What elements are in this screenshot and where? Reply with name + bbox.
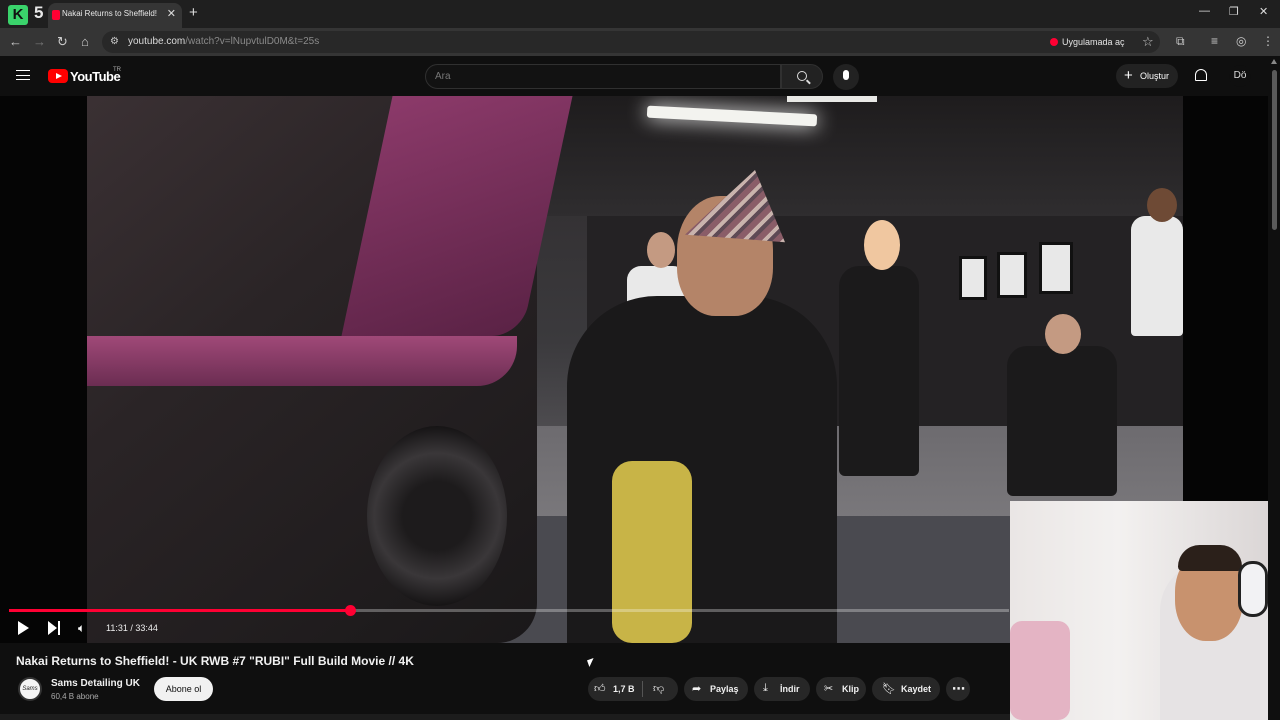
site-info-icon[interactable]: ⚙ xyxy=(110,36,119,47)
subscriber-count: 60,4 B abone xyxy=(51,692,99,701)
like-count: 1,7 B xyxy=(613,684,635,694)
media-control-icon[interactable]: ≡ xyxy=(1211,34,1218,48)
save-button[interactable]: 🔖︎ Kaydet xyxy=(872,677,940,701)
microphone-icon xyxy=(843,70,849,80)
video-title: Nakai Returns to Sheffield! - UK RWB #7 … xyxy=(16,654,414,668)
page-scrollbar[interactable] xyxy=(1268,56,1280,720)
voice-search-button[interactable] xyxy=(833,64,859,90)
bookmark-icon: 🔖︎ xyxy=(882,683,896,695)
search-placeholder: Ara xyxy=(435,71,451,82)
time-display: 11:31 / 33:44 xyxy=(106,623,158,633)
address-bar[interactable]: ⚙ youtube.com/watch?v=lNupvtulD0M&t=25s … xyxy=(102,31,1160,53)
dislike-button[interactable]: 👎︎ xyxy=(653,682,664,695)
channel-name[interactable]: Sams Detailing UK xyxy=(51,678,140,689)
search-icon xyxy=(797,71,807,81)
tab-title: Nakai Returns to Sheffield! - UK xyxy=(62,9,158,18)
scroll-up-icon[interactable] xyxy=(1271,59,1277,64)
download-button[interactable]: ⤓ İndir xyxy=(754,677,810,701)
like-dislike-group: 👍︎ 1,7 B 👎︎ xyxy=(588,677,678,701)
share-icon: ➦ xyxy=(692,683,702,695)
volume-icon[interactable]: 🔈︎ xyxy=(78,621,85,636)
progress-bar[interactable] xyxy=(9,605,1009,616)
share-button[interactable]: ➦ Paylaş xyxy=(684,677,748,701)
scroll-thumb[interactable] xyxy=(1272,70,1277,230)
browser-menu-icon[interactable]: ⋮ xyxy=(1262,34,1274,48)
play-icon[interactable] xyxy=(18,621,29,635)
channel-avatar[interactable]: Sams xyxy=(18,677,42,701)
notifications-bell-icon[interactable] xyxy=(1195,69,1207,81)
avatar[interactable]: Dö xyxy=(1229,65,1251,87)
browser-tab-bar: K 5 Nakai Returns to Sheffield! - UK ✕ +… xyxy=(0,0,1280,28)
thumbs-up-icon: 👍︎ xyxy=(594,683,606,695)
browser-toolbar: ← → ↻ ⌂ ⚙ youtube.com/watch?v=lNupvtulD0… xyxy=(0,28,1280,56)
open-in-app-button[interactable]: Uygulamada aç xyxy=(1048,34,1129,50)
new-tab-icon[interactable]: + xyxy=(189,4,198,21)
bookmark-star-icon[interactable]: ☆ xyxy=(1142,34,1154,50)
search-button[interactable] xyxy=(781,64,823,89)
create-button[interactable]: + Oluştur xyxy=(1116,64,1178,88)
region-code: TR xyxy=(113,67,121,73)
reload-icon[interactable]: ↻ xyxy=(57,34,68,50)
microphone-arm xyxy=(1010,621,1070,720)
webcam-overlay xyxy=(1010,501,1280,720)
url-text[interactable]: youtube.com/watch?v=lNupvtulD0M&t=25s xyxy=(128,36,319,47)
close-window-icon[interactable]: ✕ xyxy=(1259,5,1268,18)
mouse-cursor-icon xyxy=(587,658,596,667)
youtube-favicon-icon xyxy=(52,10,60,20)
home-icon[interactable]: ⌂ xyxy=(81,34,89,49)
more-icon: ⋯ xyxy=(952,681,965,696)
extensions-icon[interactable]: ⧉ xyxy=(1176,34,1185,49)
subscribe-button[interactable]: Abone ol xyxy=(154,677,213,701)
more-actions-button[interactable]: ⋯ xyxy=(946,677,970,701)
like-button[interactable]: 👍︎ xyxy=(594,682,606,695)
plus-icon: + xyxy=(1124,67,1133,84)
tab-close-icon[interactable]: ✕ xyxy=(167,7,176,20)
forward-icon[interactable]: → xyxy=(33,34,46,49)
next-video-icon[interactable] xyxy=(48,621,62,635)
youtube-header: YouTube TR Ara + Oluştur Dö xyxy=(0,56,1280,96)
profile-icon[interactable]: ◎ xyxy=(1236,34,1246,48)
maximize-icon[interactable]: ❐ xyxy=(1229,5,1239,18)
youtube-logo-icon[interactable] xyxy=(48,69,68,83)
youtube-app-icon xyxy=(1050,38,1058,46)
app-logo-icon[interactable]: K xyxy=(8,5,28,25)
thumbs-down-icon: 👎︎ xyxy=(653,683,665,695)
download-icon: ⤓ xyxy=(763,682,768,694)
clip-button[interactable]: ✂ Klip xyxy=(816,677,866,701)
scissors-icon: ✂ xyxy=(824,683,834,695)
back-icon[interactable]: ← xyxy=(9,34,22,49)
search-input[interactable]: Ara xyxy=(425,64,781,89)
minimize-icon[interactable]: — xyxy=(1199,5,1210,17)
progress-fill xyxy=(9,609,351,612)
headphones xyxy=(1238,561,1268,617)
menu-icon[interactable] xyxy=(16,70,30,80)
browser-tab[interactable]: Nakai Returns to Sheffield! - UK ✕ xyxy=(48,3,182,28)
app-number: 5 xyxy=(34,3,44,22)
